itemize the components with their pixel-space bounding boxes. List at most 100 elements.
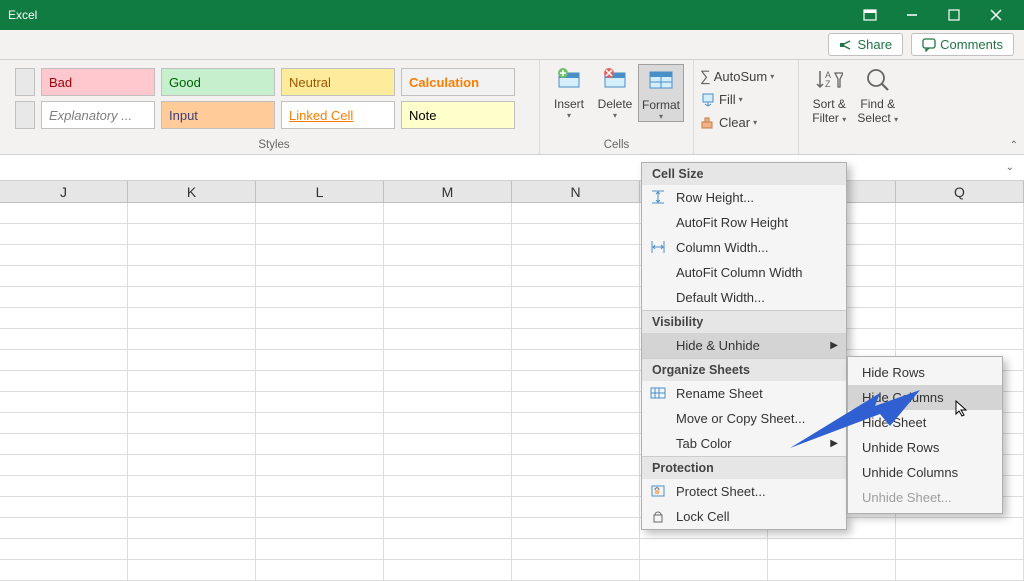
sort-filter-button[interactable]: AZ Sort &Filter ▾ — [805, 64, 854, 126]
grid-cell[interactable] — [896, 518, 1024, 538]
grid-cell[interactable] — [768, 539, 896, 559]
style-blank-2[interactable] — [15, 101, 35, 129]
grid-cell[interactable] — [256, 476, 384, 496]
grid-cell[interactable] — [384, 371, 512, 391]
grid-cell[interactable] — [384, 455, 512, 475]
style-note[interactable]: Note — [401, 101, 515, 129]
menu-rename-sheet[interactable]: Rename Sheet — [642, 381, 846, 406]
menu-col-width[interactable]: Column Width... — [642, 235, 846, 260]
grid-cell[interactable] — [0, 308, 128, 328]
grid-cell[interactable] — [384, 560, 512, 580]
style-input[interactable]: Input — [161, 101, 275, 129]
grid-cell[interactable] — [256, 287, 384, 307]
grid-cell[interactable] — [640, 539, 768, 559]
grid-cell[interactable] — [0, 350, 128, 370]
ribbon-display-icon[interactable] — [850, 3, 890, 27]
col-header[interactable]: K — [128, 181, 256, 202]
col-header[interactable]: L — [256, 181, 384, 202]
grid-cell[interactable] — [0, 434, 128, 454]
grid-cell[interactable] — [512, 308, 640, 328]
grid-cell[interactable] — [896, 266, 1024, 286]
menu-row-height[interactable]: Row Height... — [642, 185, 846, 210]
grid-cell[interactable] — [512, 434, 640, 454]
grid-cell[interactable] — [0, 329, 128, 349]
grid-cell[interactable] — [256, 413, 384, 433]
grid-cell[interactable] — [896, 245, 1024, 265]
minimize-icon[interactable] — [892, 3, 932, 27]
grid-cell[interactable] — [0, 224, 128, 244]
grid-cell[interactable] — [0, 518, 128, 538]
grid-cell[interactable] — [128, 287, 256, 307]
grid-cell[interactable] — [512, 287, 640, 307]
grid-cell[interactable] — [896, 308, 1024, 328]
grid-cell[interactable] — [0, 392, 128, 412]
grid-cell[interactable] — [384, 476, 512, 496]
style-calculation[interactable]: Calculation — [401, 68, 515, 96]
grid-cell[interactable] — [512, 245, 640, 265]
grid-cell[interactable] — [128, 518, 256, 538]
grid-cell[interactable] — [256, 266, 384, 286]
grid-cell[interactable] — [0, 245, 128, 265]
style-linked-cell[interactable]: Linked Cell — [281, 101, 395, 129]
grid-cell[interactable] — [0, 371, 128, 391]
col-header[interactable]: Q — [896, 181, 1024, 202]
grid-cell[interactable] — [0, 539, 128, 559]
grid-cell[interactable] — [128, 560, 256, 580]
grid-cell[interactable] — [896, 203, 1024, 223]
grid-cell[interactable] — [0, 203, 128, 223]
grid-cell[interactable] — [0, 497, 128, 517]
format-button[interactable]: Format ▾ — [638, 64, 684, 122]
autosum-button[interactable]: ∑AutoSum▾ — [700, 66, 792, 87]
menu-autofit-col[interactable]: AutoFit Column Width — [642, 260, 846, 285]
grid-cell[interactable] — [384, 434, 512, 454]
style-good[interactable]: Good — [161, 68, 275, 96]
grid-cell[interactable] — [0, 455, 128, 475]
grid-cell[interactable] — [128, 497, 256, 517]
grid-cell[interactable] — [256, 455, 384, 475]
grid-cell[interactable] — [256, 518, 384, 538]
close-icon[interactable] — [976, 3, 1016, 27]
menu-protect-sheet[interactable]: Protect Sheet... — [642, 479, 846, 504]
grid-cell[interactable] — [128, 371, 256, 391]
clear-button[interactable]: Clear▾ — [700, 112, 792, 133]
submenu-hide-sheet[interactable]: Hide Sheet — [848, 410, 1002, 435]
submenu-hide-columns[interactable]: Hide Columns — [848, 385, 1002, 410]
grid-cell[interactable] — [768, 560, 896, 580]
grid-cell[interactable] — [256, 434, 384, 454]
grid-cell[interactable] — [896, 329, 1024, 349]
grid-cell[interactable] — [128, 245, 256, 265]
collapse-ribbon-icon[interactable]: ⌃ — [1010, 140, 1018, 151]
grid-cell[interactable] — [512, 392, 640, 412]
grid-cell[interactable] — [896, 287, 1024, 307]
style-blank-1[interactable] — [15, 68, 35, 96]
grid-cell[interactable] — [256, 497, 384, 517]
grid-cell[interactable] — [0, 287, 128, 307]
menu-lock-cell[interactable]: Lock Cell — [642, 504, 846, 529]
style-neutral[interactable]: Neutral — [281, 68, 395, 96]
menu-autofit-row[interactable]: AutoFit Row Height — [642, 210, 846, 235]
menu-tab-color[interactable]: Tab Color ▶ — [642, 431, 846, 456]
maximize-icon[interactable] — [934, 3, 974, 27]
grid-cell[interactable] — [256, 539, 384, 559]
find-select-button[interactable]: Find &Select ▾ — [854, 64, 903, 126]
style-bad[interactable]: Bad — [41, 68, 155, 96]
grid-cell[interactable] — [256, 224, 384, 244]
grid-cell[interactable] — [512, 497, 640, 517]
col-header[interactable]: N — [512, 181, 640, 202]
grid-cell[interactable] — [128, 434, 256, 454]
menu-move-copy[interactable]: Move or Copy Sheet... — [642, 406, 846, 431]
grid-cell[interactable] — [512, 203, 640, 223]
grid-cell[interactable] — [0, 476, 128, 496]
menu-default-width[interactable]: Default Width... — [642, 285, 846, 310]
submenu-unhide-columns[interactable]: Unhide Columns — [848, 460, 1002, 485]
grid-cell[interactable] — [512, 455, 640, 475]
grid-cell[interactable] — [256, 392, 384, 412]
grid-cell[interactable] — [128, 266, 256, 286]
grid-cell[interactable] — [384, 539, 512, 559]
grid-cell[interactable] — [384, 203, 512, 223]
grid-cell[interactable] — [512, 539, 640, 559]
grid-cell[interactable] — [128, 329, 256, 349]
grid-cell[interactable] — [896, 560, 1024, 580]
grid-cell[interactable] — [128, 455, 256, 475]
grid-cell[interactable] — [512, 224, 640, 244]
